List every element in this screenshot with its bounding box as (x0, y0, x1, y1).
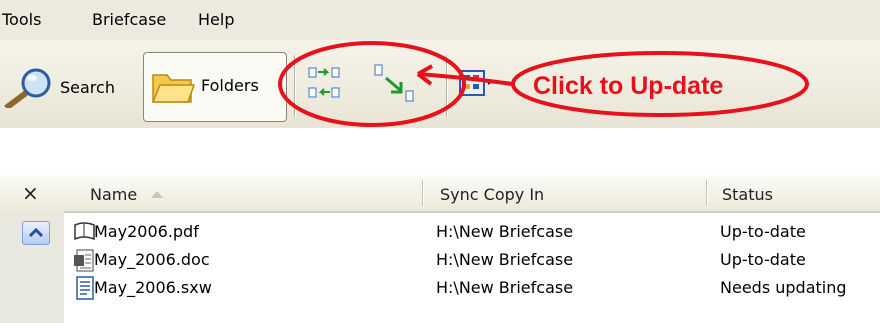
status-text: Up-to-date (720, 222, 806, 241)
column-divider[interactable] (706, 180, 708, 206)
column-status[interactable]: Status (722, 185, 773, 204)
menu-bar: Tools Briefcase Help (0, 0, 880, 40)
folders-content: Folders (150, 65, 259, 105)
views-icon[interactable] (458, 69, 494, 101)
sync-copy-in: H:\New Briefcase (436, 278, 574, 297)
toolbar (0, 40, 880, 129)
search-label: Search (60, 77, 115, 97)
table-row[interactable]: May_2006.sxw H:\New Briefcase Needs upda… (64, 274, 880, 302)
file-name: May_2006.doc (94, 250, 210, 269)
toolbar-separator (446, 55, 448, 117)
menu-briefcase[interactable]: Briefcase (92, 10, 166, 29)
column-name[interactable]: Name (90, 185, 137, 204)
table-row[interactable]: May2006.pdf H:\New Briefcase Up-to-date (64, 218, 880, 246)
menu-help[interactable]: Help (198, 10, 234, 29)
file-name: May2006.pdf (94, 222, 199, 241)
search-button[interactable]: Search (0, 66, 115, 108)
status-text: Needs updating (720, 278, 847, 297)
list-header: × Name Sync Copy In Status (0, 175, 880, 213)
chevron-up-icon (28, 227, 44, 238)
sync-copy-in: H:\New Briefcase (436, 222, 574, 241)
status-text: Up-to-date (720, 250, 806, 269)
file-name: May_2006.sxw (94, 278, 212, 297)
update-all-icon[interactable] (306, 64, 352, 104)
folders-label: Folders (201, 75, 259, 95)
sync-copy-in: H:\New Briefcase (436, 250, 574, 269)
toolbar-separator (294, 55, 296, 117)
close-icon[interactable]: × (22, 181, 39, 205)
menu-tools[interactable]: Tools (2, 10, 41, 29)
table-row[interactable]: May_2006.doc H:\New Briefcase Up-to-date (64, 246, 880, 274)
folder-icon (151, 74, 196, 103)
sort-ascending-icon (151, 191, 163, 198)
column-divider[interactable] (422, 180, 424, 206)
update-selection-icon[interactable] (370, 62, 420, 106)
collapse-button[interactable] (22, 221, 50, 245)
column-sync-copy-in[interactable]: Sync Copy In (440, 185, 544, 204)
search-icon (4, 68, 51, 108)
